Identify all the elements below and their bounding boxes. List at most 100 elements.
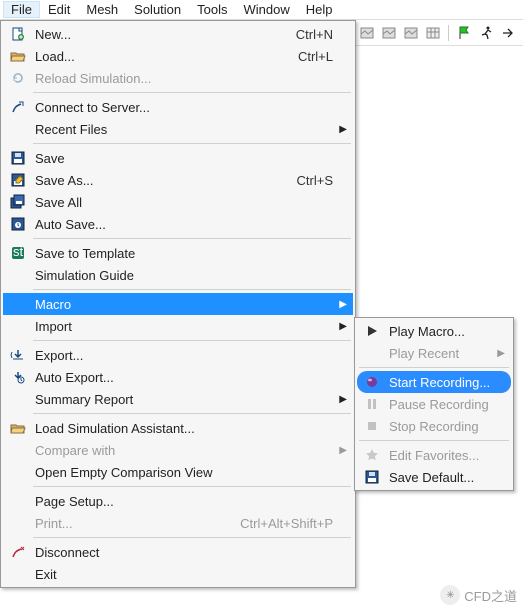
menu-item-label: Load... xyxy=(29,49,298,64)
menu-item-label: Page Setup... xyxy=(29,494,349,509)
blank-icon xyxy=(7,266,29,284)
star-icon xyxy=(361,446,383,464)
menu-item-label: Print... xyxy=(29,516,240,531)
pause-icon xyxy=(361,395,383,413)
menubar-item-solution[interactable]: Solution xyxy=(126,1,189,18)
stop-icon xyxy=(361,417,383,435)
file-menu: New...Ctrl+NLoad...Ctrl+LReload Simulati… xyxy=(0,20,356,588)
file-menu-item-summary-report[interactable]: Summary Report▶ xyxy=(3,388,353,410)
blank-icon xyxy=(7,295,29,313)
menu-item-accel: Ctrl+Alt+Shift+P xyxy=(240,516,349,531)
file-menu-item-save[interactable]: Save xyxy=(3,147,353,169)
file-menu-item-connect-to-server[interactable]: Connect to Server... xyxy=(3,96,353,118)
macro-menu-item-save-default[interactable]: Save Default... xyxy=(357,466,511,488)
file-menu-item-reload-simulation: Reload Simulation... xyxy=(3,67,353,89)
submenu-arrow-icon: ▶ xyxy=(339,299,347,310)
macro-menu-item-play-recent: Play Recent▶ xyxy=(357,342,511,364)
menu-item-accel: Ctrl+S xyxy=(297,173,349,188)
menu-item-label: Play Macro... xyxy=(383,324,507,339)
open-icon xyxy=(7,47,29,65)
menu-item-label: Edit Favorites... xyxy=(383,448,507,463)
menubar-item-window[interactable]: Window xyxy=(236,1,298,18)
menu-item-label: Start Recording... xyxy=(383,375,507,390)
macro-menu-item-edit-favorites: Edit Favorites... xyxy=(357,444,511,466)
file-menu-item-import[interactable]: Import▶ xyxy=(3,315,353,337)
template-icon: st xyxy=(7,244,29,262)
menu-item-label: Load Simulation Assistant... xyxy=(29,421,349,436)
menu-item-label: Auto Save... xyxy=(29,217,349,232)
menu-item-label: Save xyxy=(29,151,349,166)
menu-item-label: Disconnect xyxy=(29,545,349,560)
file-menu-item-disconnect[interactable]: Disconnect xyxy=(3,541,353,563)
blank-icon xyxy=(7,514,29,532)
menu-item-label: Save to Template xyxy=(29,246,349,261)
autoexport-icon xyxy=(7,368,29,386)
macro-submenu: Play Macro... Play Recent▶ Start Recording… xyxy=(354,317,514,491)
menu-item-accel: Ctrl+L xyxy=(298,49,349,64)
menubar-item-help[interactable]: Help xyxy=(298,1,341,18)
file-menu-item-open-empty-comparison-view[interactable]: Open Empty Comparison View xyxy=(3,461,353,483)
save-icon xyxy=(361,468,383,486)
menu-item-label: New... xyxy=(29,27,296,42)
blank-icon xyxy=(7,441,29,459)
file-menu-item-save-as[interactable]: Save As...Ctrl+S xyxy=(3,169,353,191)
blank-icon xyxy=(7,317,29,335)
menubar-item-tools[interactable]: Tools xyxy=(189,1,235,18)
autosave-icon xyxy=(7,215,29,233)
file-menu-item-new[interactable]: New...Ctrl+N xyxy=(3,23,353,45)
file-menu-item-save-to-template[interactable]: st Save to Template xyxy=(3,242,353,264)
file-menu-item-auto-export[interactable]: Auto Export... xyxy=(3,366,353,388)
menu-item-label: Exit xyxy=(29,567,349,582)
blank-icon xyxy=(361,344,383,362)
new-icon xyxy=(7,25,29,43)
file-menu-item-load-simulation-assistant[interactable]: Load Simulation Assistant... xyxy=(3,417,353,439)
menu-item-label: Play Recent xyxy=(383,346,507,361)
menu-item-label: Recent Files xyxy=(29,122,349,137)
menu-item-label: Save As... xyxy=(29,173,297,188)
menubar-item-edit[interactable]: Edit xyxy=(40,1,78,18)
blank-icon xyxy=(7,120,29,138)
file-menu-item-auto-save[interactable]: Auto Save... xyxy=(3,213,353,235)
disconnect-icon xyxy=(7,543,29,561)
file-menu-item-exit[interactable]: Exit xyxy=(3,563,353,585)
menu-item-label: Simulation Guide xyxy=(29,268,349,283)
svg-text:st: st xyxy=(13,245,24,259)
menu-item-label: Auto Export... xyxy=(29,370,349,385)
connect-icon xyxy=(7,98,29,116)
watermark-text: CFD之道 xyxy=(464,586,517,605)
macro-menu-item-start-recording[interactable]: Start Recording... xyxy=(357,371,511,393)
saveall-icon xyxy=(7,193,29,211)
file-menu-item-print: Print...Ctrl+Alt+Shift+P xyxy=(3,512,353,534)
play-icon xyxy=(361,322,383,340)
menubar: FileEditMeshSolutionToolsWindowHelp xyxy=(0,0,523,20)
record-icon xyxy=(361,373,383,391)
file-menu-item-export[interactable]: Export... xyxy=(3,344,353,366)
menu-item-label: Compare with xyxy=(29,443,349,458)
file-menu-item-load[interactable]: Load...Ctrl+L xyxy=(3,45,353,67)
macro-menu-item-stop-recording: Stop Recording xyxy=(357,415,511,437)
file-menu-item-save-all[interactable]: Save All xyxy=(3,191,353,213)
menu-item-label: Stop Recording xyxy=(383,419,507,434)
submenu-arrow-icon: ▶ xyxy=(339,124,347,135)
file-menu-item-macro[interactable]: Macro▶ xyxy=(3,293,353,315)
file-menu-item-page-setup[interactable]: Page Setup... xyxy=(3,490,353,512)
macro-menu-item-play-macro[interactable]: Play Macro... xyxy=(357,320,511,342)
watermark-icon: ✳ xyxy=(440,585,460,605)
menubar-item-mesh[interactable]: Mesh xyxy=(78,1,126,18)
open-icon xyxy=(7,419,29,437)
menu-item-label: Save All xyxy=(29,195,349,210)
blank-icon xyxy=(7,463,29,481)
menu-item-accel: Ctrl+N xyxy=(296,27,349,42)
submenu-arrow-icon: ▶ xyxy=(339,394,347,405)
menu-item-label: Connect to Server... xyxy=(29,100,349,115)
menu-item-label: Open Empty Comparison View xyxy=(29,465,349,480)
submenu-arrow-icon: ▶ xyxy=(339,445,347,456)
menubar-item-file[interactable]: File xyxy=(3,1,40,18)
file-menu-item-simulation-guide[interactable]: Simulation Guide xyxy=(3,264,353,286)
macro-menu-item-pause-recording: Pause Recording xyxy=(357,393,511,415)
blank-icon xyxy=(7,565,29,583)
blank-icon xyxy=(7,492,29,510)
menu-item-label: Summary Report xyxy=(29,392,349,407)
menu-item-label: Macro xyxy=(29,297,349,312)
file-menu-item-recent-files[interactable]: Recent Files▶ xyxy=(3,118,353,140)
